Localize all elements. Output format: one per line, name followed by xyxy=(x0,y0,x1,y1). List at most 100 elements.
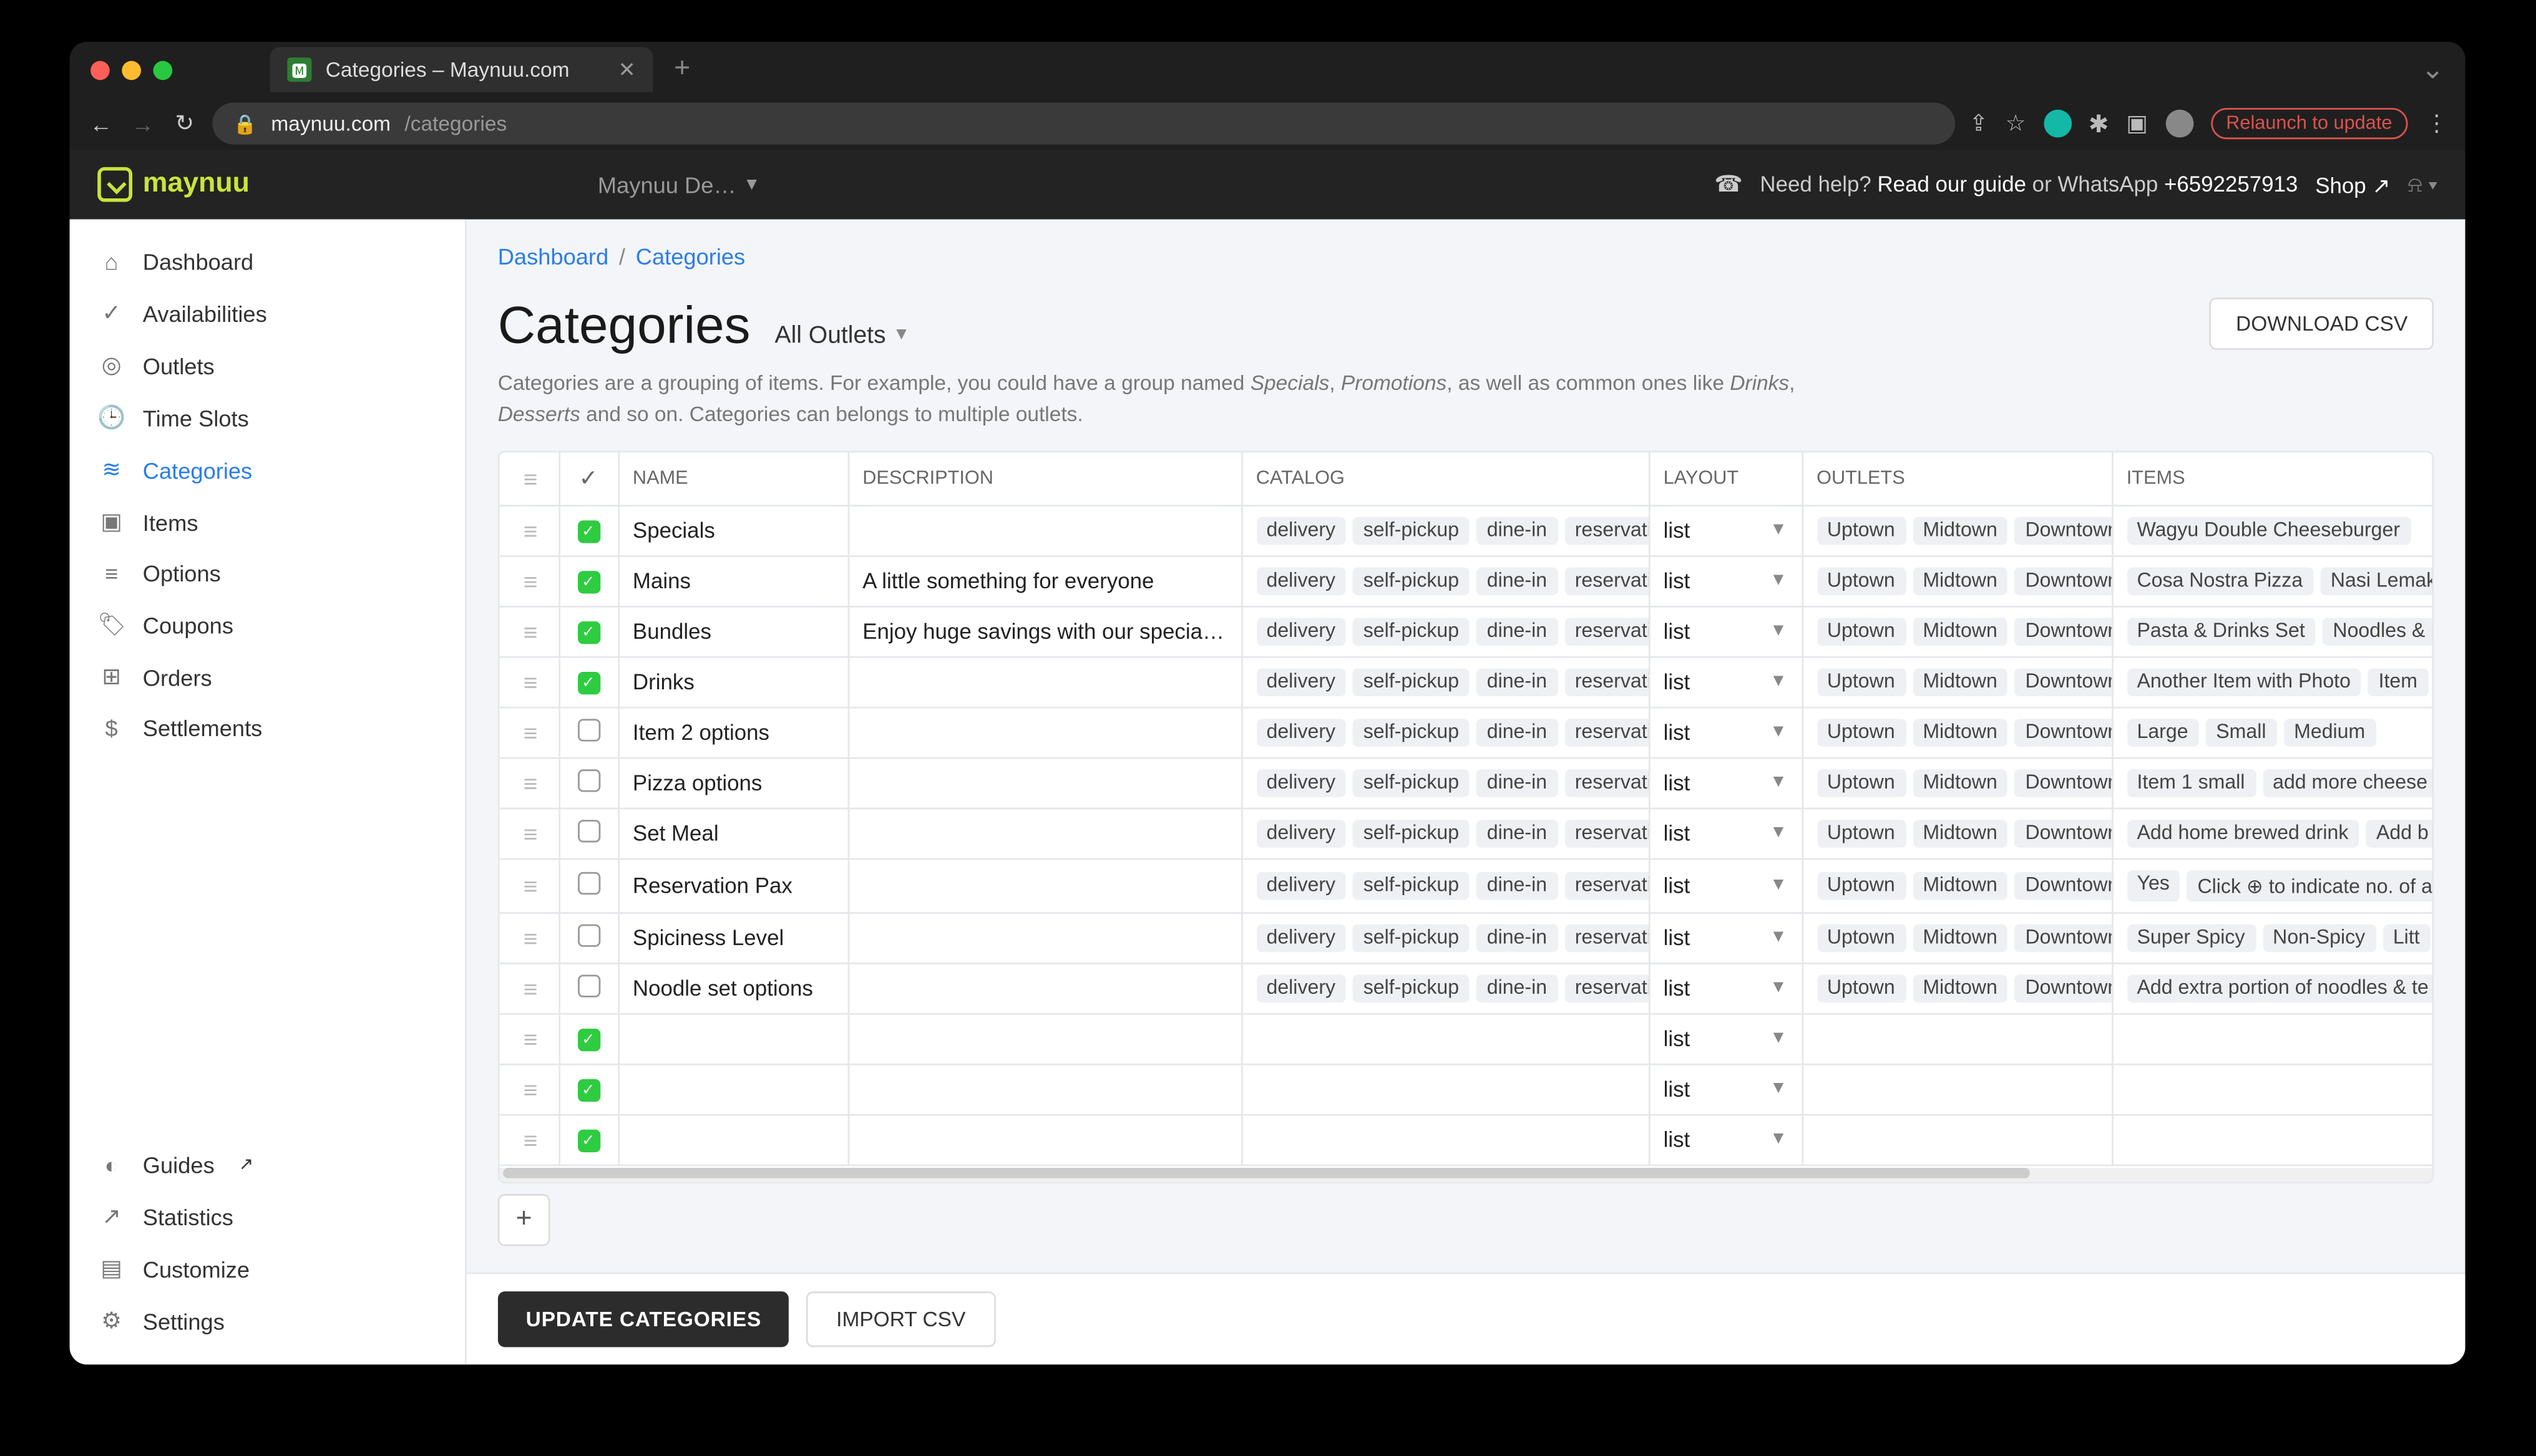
outlets-cell[interactable] xyxy=(1802,1064,2112,1114)
menu-dots-icon[interactable]: ⋮ xyxy=(2425,110,2447,138)
drag-handle[interactable]: ≡ xyxy=(500,808,559,858)
catalog-tag[interactable]: self-pickup xyxy=(1353,819,1470,847)
outlet-tag[interactable]: Downtown xyxy=(2015,923,2112,951)
outlet-tag[interactable]: Uptown xyxy=(1817,769,1905,797)
catalog-tag[interactable]: self-pickup xyxy=(1353,617,1470,645)
side-panel-icon[interactable]: ▣ xyxy=(2126,110,2147,138)
row-check[interactable] xyxy=(559,707,618,757)
layout-cell[interactable]: list▼ xyxy=(1649,707,1802,757)
desc-cell[interactable] xyxy=(848,707,1242,757)
avatar-icon[interactable] xyxy=(2165,110,2193,138)
items-cell[interactable]: Another Item with PhotoItem xyxy=(2112,656,2432,707)
layout-cell[interactable]: list▼ xyxy=(1649,912,1802,963)
outlet-tag[interactable]: Midtown xyxy=(1913,871,2008,899)
outlet-tag[interactable]: Uptown xyxy=(1817,516,1905,544)
outlets-cell[interactable]: Uptown MidtownDowntown xyxy=(1802,912,2112,963)
catalog-tag[interactable]: delivery xyxy=(1256,617,1346,645)
item-tag[interactable]: Super Spicy xyxy=(2127,923,2256,951)
sidebar-item-settlements[interactable]: $Settlements xyxy=(70,703,465,754)
items-cell[interactable]: Super SpicyNon-SpicyLitt xyxy=(2112,912,2432,963)
row-check[interactable] xyxy=(559,912,618,963)
layout-cell[interactable]: list▼ xyxy=(1649,1064,1802,1114)
drag-handle[interactable]: ≡ xyxy=(500,1114,559,1165)
catalog-tag[interactable]: delivery xyxy=(1256,769,1346,797)
import-csv-button[interactable]: IMPORT CSV xyxy=(807,1291,995,1347)
catalog-cell[interactable]: deliveryself-pickupdine-inreservation xyxy=(1241,555,1649,606)
row-check[interactable]: ✓ xyxy=(559,656,618,707)
catalog-tag[interactable]: self-pickup xyxy=(1353,516,1470,544)
outlets-cell[interactable]: UptownMidtownDowntown xyxy=(1802,555,2112,606)
name-cell[interactable] xyxy=(618,1064,847,1114)
outlet-tag[interactable]: Midtown xyxy=(1913,923,2008,951)
catalog-tag[interactable]: self-pickup xyxy=(1353,974,1470,1002)
items-cell[interactable]: Pasta & Drinks SetNoodles & xyxy=(2112,606,2432,656)
row-check[interactable] xyxy=(559,757,618,808)
name-cell[interactable]: Specials xyxy=(618,505,847,555)
row-check[interactable]: ✓ xyxy=(559,1114,618,1165)
maximize-window-icon[interactable] xyxy=(154,60,173,79)
outlets-cell[interactable] xyxy=(1802,1013,2112,1064)
browser-tab[interactable]: 🅼 Categories – Maynuu.com ✕ xyxy=(270,47,653,92)
name-cell[interactable]: Drinks xyxy=(618,656,847,707)
desc-cell[interactable]: Enjoy huge savings with our special bunc xyxy=(848,606,1242,656)
outlets-cell[interactable]: UptownMidtownDowntown xyxy=(1802,606,2112,656)
outlet-tag[interactable]: Uptown xyxy=(1817,617,1905,645)
user-menu-icon[interactable]: ⍾ ▾ xyxy=(2408,172,2437,198)
back-icon[interactable]: ← xyxy=(87,110,115,137)
desc-cell[interactable] xyxy=(848,963,1242,1013)
item-tag[interactable]: Add extra portion of noodles & te xyxy=(2127,974,2432,1002)
name-cell[interactable] xyxy=(618,1013,847,1064)
drag-handle[interactable]: ≡ xyxy=(500,505,559,555)
outlet-tag[interactable]: Downtown xyxy=(2015,617,2112,645)
drag-handle[interactable]: ≡ xyxy=(500,606,559,656)
outlet-tag[interactable]: Downtown xyxy=(2015,718,2112,746)
outlet-tag[interactable]: Uptown xyxy=(1817,923,1905,951)
drag-handle[interactable]: ≡ xyxy=(500,1013,559,1064)
new-tab-button[interactable]: + xyxy=(674,54,690,85)
items-cell[interactable]: Add home brewed drinkAdd b xyxy=(2112,808,2432,858)
catalog-tag[interactable]: dine-in xyxy=(1476,819,1558,847)
catalog-cell[interactable] xyxy=(1241,1013,1649,1064)
outlets-cell[interactable] xyxy=(1802,1114,2112,1165)
catalog-tag[interactable]: dine-in xyxy=(1476,718,1558,746)
breadcrumb-root[interactable]: Dashboard xyxy=(498,244,608,270)
desc-cell[interactable] xyxy=(848,1013,1242,1064)
item-tag[interactable]: Small xyxy=(2206,718,2277,746)
name-cell[interactable]: Item 2 options xyxy=(618,707,847,757)
item-tag[interactable]: Nasi Lemak xyxy=(2320,566,2432,595)
brand-logo[interactable]: maynuu xyxy=(97,167,250,202)
desc-cell[interactable] xyxy=(848,757,1242,808)
catalog-cell[interactable]: deliveryself-pickupdine-inreservation xyxy=(1241,606,1649,656)
row-check[interactable]: ✓ xyxy=(559,1064,618,1114)
item-tag[interactable]: Add home brewed drink xyxy=(2127,819,2359,847)
breadcrumb-current[interactable]: Categories xyxy=(636,244,745,270)
catalog-tag[interactable]: self-pickup xyxy=(1353,923,1470,951)
outlets-cell[interactable]: UptownMidtownDowntown xyxy=(1802,707,2112,757)
items-cell[interactable]: Add extra portion of noodles & te xyxy=(2112,963,2432,1013)
row-check[interactable] xyxy=(559,963,618,1013)
layout-cell[interactable]: list▼ xyxy=(1649,1114,1802,1165)
close-tab-icon[interactable]: ✕ xyxy=(618,57,636,82)
catalog-tag[interactable]: reservation xyxy=(1564,769,1649,797)
drag-handle[interactable]: ≡ xyxy=(500,555,559,606)
items-cell[interactable]: Wagyu Double Cheeseburger xyxy=(2112,505,2432,555)
add-row-button[interactable]: + xyxy=(498,1193,550,1246)
items-cell[interactable]: Cosa Nostra PizzaNasi Lemak xyxy=(2112,555,2432,606)
item-tag[interactable]: Click ⊕ to indicate no. of a xyxy=(2187,870,2432,901)
drag-handle[interactable]: ≡ xyxy=(500,912,559,963)
name-cell[interactable]: Spiciness Level xyxy=(618,912,847,963)
catalog-tag[interactable]: reservation xyxy=(1564,923,1649,951)
bookmark-icon[interactable]: ☆ xyxy=(2006,110,2026,138)
extensions-icon[interactable]: ✱ xyxy=(2089,109,2109,138)
outlet-tag[interactable]: Downtown xyxy=(2015,819,2112,847)
download-csv-button[interactable]: DOWNLOAD CSV xyxy=(2210,298,2434,350)
catalog-tag[interactable]: delivery xyxy=(1256,667,1346,696)
outlets-cell[interactable]: UptownMidtownDowntown xyxy=(1802,858,2112,911)
url-field[interactable]: 🔒 maynuu.com/categories xyxy=(212,103,1955,145)
catalog-tag[interactable]: reservation xyxy=(1564,718,1649,746)
catalog-cell[interactable] xyxy=(1241,1064,1649,1114)
catalog-tag[interactable]: dine-in xyxy=(1476,974,1558,1002)
row-check[interactable] xyxy=(559,808,618,858)
outlet-tag[interactable]: Downtown xyxy=(2015,566,2112,595)
layout-cell[interactable]: list▼ xyxy=(1649,505,1802,555)
